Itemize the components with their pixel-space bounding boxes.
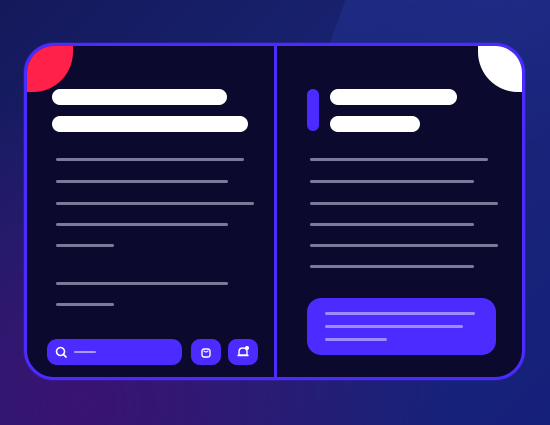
- left-text-line-3: [56, 202, 254, 205]
- corner-accent-red: [27, 46, 73, 92]
- search-icon: [55, 346, 67, 358]
- app-window: [24, 43, 525, 380]
- left-text-line-2: [56, 180, 228, 183]
- right-title-line-1: [330, 89, 457, 105]
- button-text-line-2: [325, 325, 463, 328]
- primary-action-button[interactable]: [307, 298, 496, 355]
- shopping-bag-icon: [201, 348, 211, 358]
- left-title-line-1: [52, 89, 227, 105]
- button-text-line-3: [325, 338, 387, 341]
- right-text-line-2: [310, 180, 474, 183]
- corner-accent-white: [478, 46, 522, 92]
- search-placeholder-line: [74, 351, 96, 353]
- right-text-line-6: [310, 265, 474, 268]
- right-text-line-5: [310, 244, 498, 247]
- left-text-line-1: [56, 158, 244, 161]
- left-text-line-5: [56, 244, 114, 247]
- right-text-line-1: [310, 158, 488, 161]
- panel-divider: [274, 46, 277, 377]
- left-text-line-7: [56, 303, 114, 306]
- notifications-button[interactable]: [228, 339, 258, 365]
- notification-bell-icon: [237, 346, 249, 357]
- left-title-line-2: [52, 116, 248, 132]
- right-text-line-4: [310, 223, 474, 226]
- accent-indicator: [307, 89, 319, 131]
- right-text-line-3: [310, 202, 498, 205]
- left-text-line-4: [56, 223, 228, 226]
- bag-button[interactable]: [191, 339, 221, 365]
- search-bar[interactable]: [47, 339, 182, 365]
- right-title-line-2: [330, 116, 420, 132]
- button-text-line-1: [325, 312, 475, 315]
- left-text-line-6: [56, 282, 228, 285]
